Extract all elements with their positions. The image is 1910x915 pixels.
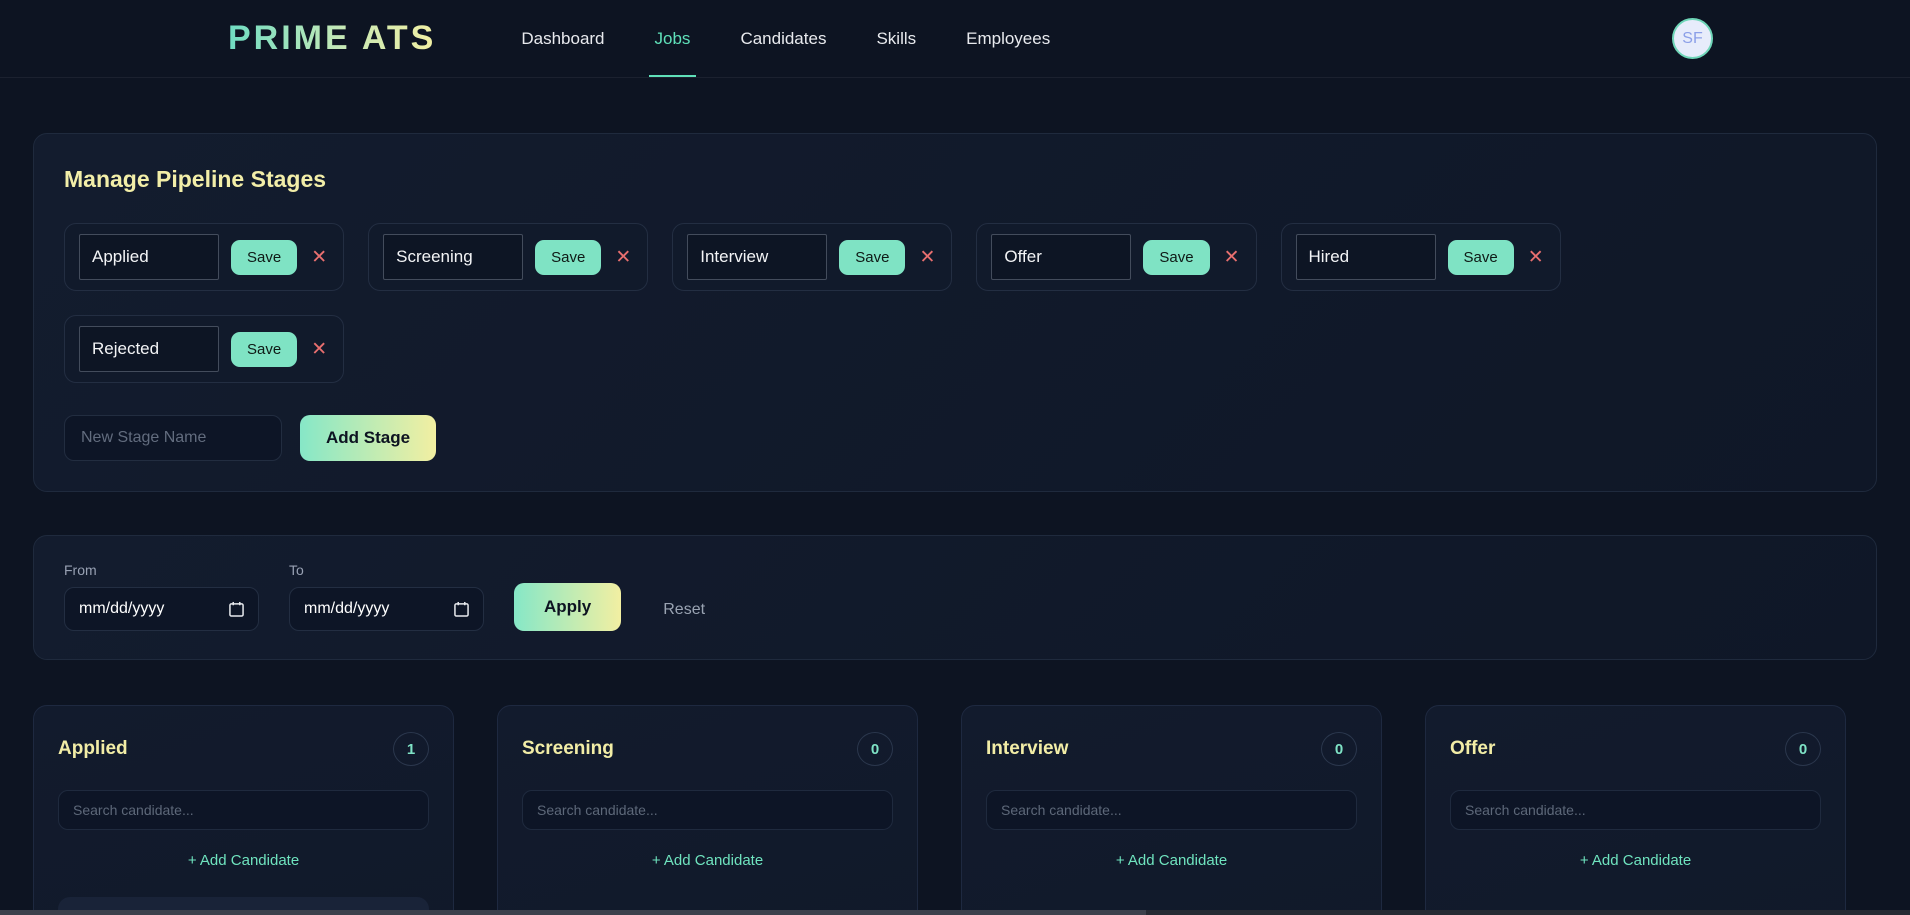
column-header: Offer 0: [1450, 732, 1821, 766]
pipeline-panel-title: Manage Pipeline Stages: [64, 166, 1846, 193]
stage-chip-applied: Save ✕: [64, 223, 344, 291]
stage-row: Save ✕ Save ✕ Save ✕ Save ✕ Save ✕: [64, 223, 1846, 383]
new-stage-input[interactable]: [64, 415, 282, 461]
calendar-icon: [454, 601, 469, 617]
board-column-offer: Offer 0 + Add Candidate: [1425, 705, 1846, 915]
stage-name-input[interactable]: [79, 234, 219, 280]
remove-stage-icon[interactable]: ✕: [917, 248, 937, 267]
to-date-input[interactable]: mm/dd/yyyy: [289, 587, 484, 631]
horizontal-scrollbar[interactable]: [0, 910, 1910, 915]
column-title: Interview: [986, 738, 1068, 760]
apply-button[interactable]: Apply: [514, 583, 621, 631]
column-header: Applied 1: [58, 732, 429, 766]
avatar[interactable]: SF: [1672, 18, 1713, 59]
candidate-count-badge: 0: [1785, 732, 1821, 766]
stage-name-input[interactable]: [991, 234, 1131, 280]
save-stage-button[interactable]: Save: [1143, 240, 1209, 275]
column-title: Screening: [522, 738, 614, 760]
remove-stage-icon[interactable]: ✕: [309, 340, 329, 359]
nav-item-dashboard[interactable]: Dashboard: [521, 0, 604, 77]
candidate-count-badge: 1: [393, 732, 429, 766]
search-candidate-input[interactable]: [986, 790, 1357, 830]
nav-item-jobs[interactable]: Jobs: [655, 0, 691, 77]
stage-chip-offer: Save ✕: [976, 223, 1256, 291]
search-candidate-input[interactable]: [522, 790, 893, 830]
remove-stage-icon[interactable]: ✕: [613, 248, 633, 267]
add-stage-button[interactable]: Add Stage: [300, 415, 436, 461]
add-candidate-link[interactable]: + Add Candidate: [58, 852, 429, 869]
from-date-value: mm/dd/yyyy: [79, 600, 164, 618]
reset-link[interactable]: Reset: [663, 601, 705, 631]
board-column-screening: Screening 0 + Add Candidate: [497, 705, 918, 915]
stage-chip-screening: Save ✕: [368, 223, 648, 291]
search-candidate-input[interactable]: [58, 790, 429, 830]
save-stage-button[interactable]: Save: [1448, 240, 1514, 275]
add-candidate-link[interactable]: + Add Candidate: [522, 852, 893, 869]
stage-chip-hired: Save ✕: [1281, 223, 1561, 291]
remove-stage-icon[interactable]: ✕: [1526, 248, 1546, 267]
board-column-applied: Applied 1 + Add Candidate Avishka Udayan…: [33, 705, 454, 915]
add-candidate-link[interactable]: + Add Candidate: [1450, 852, 1821, 869]
pipeline-board: Applied 1 + Add Candidate Avishka Udayan…: [33, 705, 1877, 915]
to-date-value: mm/dd/yyyy: [304, 600, 389, 618]
from-label: From: [64, 562, 259, 578]
nav-item-skills[interactable]: Skills: [876, 0, 916, 77]
column-title: Offer: [1450, 738, 1495, 760]
save-stage-button[interactable]: Save: [535, 240, 601, 275]
to-label: To: [289, 562, 484, 578]
stage-name-input[interactable]: [79, 326, 219, 372]
from-field-group: From mm/dd/yyyy: [64, 562, 259, 631]
column-header: Screening 0: [522, 732, 893, 766]
stage-chip-interview: Save ✕: [672, 223, 952, 291]
stage-name-input[interactable]: [687, 234, 827, 280]
save-stage-button[interactable]: Save: [231, 240, 297, 275]
to-field-group: To mm/dd/yyyy: [289, 562, 484, 631]
stage-name-input[interactable]: [383, 234, 523, 280]
remove-stage-icon[interactable]: ✕: [1222, 248, 1242, 267]
from-date-input[interactable]: mm/dd/yyyy: [64, 587, 259, 631]
pipeline-stages-panel: Manage Pipeline Stages Save ✕ Save ✕ Sav…: [33, 133, 1877, 492]
remove-stage-icon[interactable]: ✕: [309, 248, 329, 267]
calendar-icon: [229, 601, 244, 617]
main-content: Manage Pipeline Stages Save ✕ Save ✕ Sav…: [0, 133, 1910, 915]
scrollbar-thumb[interactable]: [0, 910, 1146, 915]
add-candidate-link[interactable]: + Add Candidate: [986, 852, 1357, 869]
column-header: Interview 0: [986, 732, 1357, 766]
board-column-interview: Interview 0 + Add Candidate: [961, 705, 1382, 915]
stage-chip-rejected: Save ✕: [64, 315, 344, 383]
brand-logo: PRIME ATS: [228, 19, 436, 58]
stage-name-input[interactable]: [1296, 234, 1436, 280]
date-filter-panel: From mm/dd/yyyy To mm/dd/yyyy: [33, 535, 1877, 660]
column-title: Applied: [58, 738, 128, 760]
save-stage-button[interactable]: Save: [839, 240, 905, 275]
nav-item-employees[interactable]: Employees: [966, 0, 1050, 77]
candidate-count-badge: 0: [1321, 732, 1357, 766]
candidate-count-badge: 0: [857, 732, 893, 766]
nav-item-candidates[interactable]: Candidates: [740, 0, 826, 77]
add-stage-row: Add Stage: [64, 415, 1846, 461]
top-navbar: PRIME ATS Dashboard Jobs Candidates Skil…: [0, 0, 1910, 78]
nav-links: Dashboard Jobs Candidates Skills Employe…: [521, 0, 1050, 77]
search-candidate-input[interactable]: [1450, 790, 1821, 830]
save-stage-button[interactable]: Save: [231, 332, 297, 367]
